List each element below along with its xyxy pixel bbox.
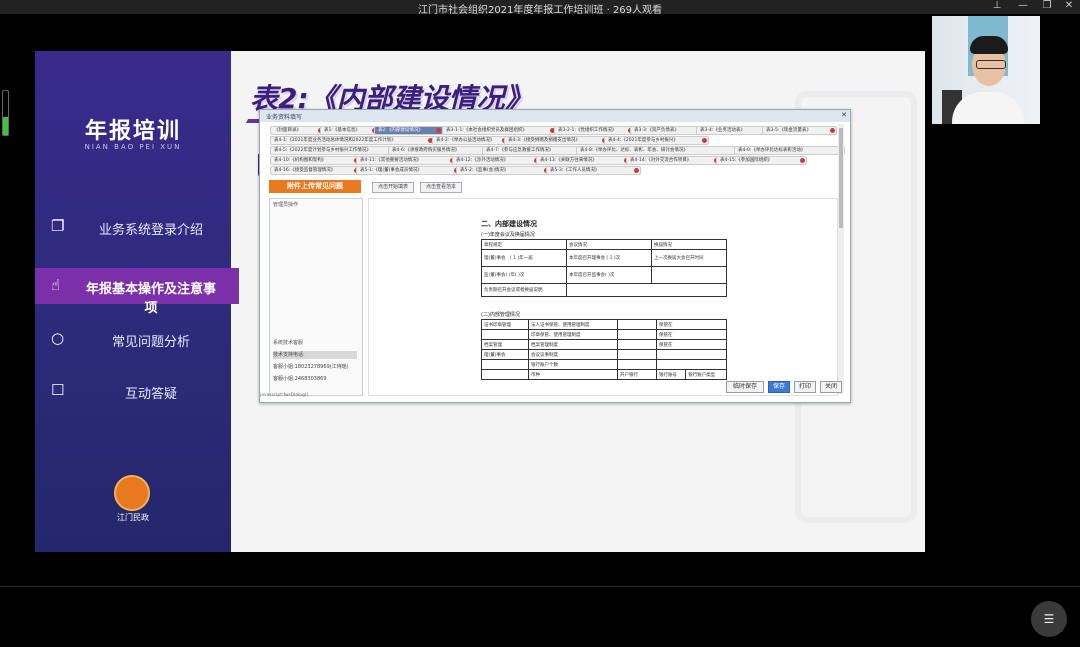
print-button[interactable]: 打印 — [794, 381, 816, 393]
tab-basic[interactable]: 表1:《基本信息》 — [320, 126, 379, 135]
pin-icon[interactable]: ⊥ — [986, 0, 1008, 14]
tab-4-16[interactable]: 表4-16:《接受监督管理情况》 — [270, 166, 361, 175]
volume-level — [3, 117, 8, 135]
tab-5-2[interactable]: 表5-2:《监事(会)情况》 — [456, 166, 551, 175]
menu-item-label: 业务系统登录介绍 — [81, 219, 221, 238]
brand-subtitle: NIAN BAO PEI XUN — [35, 143, 231, 151]
form-scrollbar[interactable] — [838, 124, 844, 394]
tab-4-9[interactable]: 表4-9:《举办评比达标表彰活动》 — [734, 146, 845, 155]
tab-4-5[interactable]: 表4-5:《2022年度计划参与乡村振兴工作情况》 — [270, 146, 395, 155]
form-section-2: (二)内部管理情况 — [481, 311, 520, 318]
table-row: 印章保管、使用管理制度 保管在 — [482, 330, 727, 340]
volume-meter — [2, 90, 9, 136]
close-icon[interactable]: ✕ — [840, 111, 848, 120]
table-row: 章程规定 会议情况 换届情况 — [482, 240, 727, 250]
restore-icon[interactable]: ❐ — [1036, 0, 1058, 14]
brand-title: 年报培训 — [35, 113, 231, 145]
close-button[interactable]: 关闭 — [820, 381, 842, 393]
hand-pointer-icon: ☝ — [51, 276, 69, 294]
status-bar: javascript:fwrDialog() — [260, 393, 460, 398]
menu-item-qa[interactable]: ☐ 互动答疑 — [35, 373, 231, 409]
support-contact: 客服小姐:18023278969(江侍瑶) — [273, 363, 357, 371]
tab-4-7[interactable]: 表4-7:《参与应急救援工作情况》 — [482, 146, 583, 155]
support-phone-label: 技术支持电话: — [273, 351, 357, 359]
tab-4-12[interactable]: 表4-12:《涉外活动情况》 — [452, 156, 541, 165]
window-titlebar: 江门市社会组织2021年度年报工作培训班 · 269人观看 ⊥ — ❐ ✕ — [0, 0, 1080, 14]
logo-text: 江门民政 — [35, 512, 231, 523]
support-contact: 客服小姐:2468303869 — [273, 375, 357, 383]
form-section-1: (一)年度会议及换届情况 — [481, 231, 535, 238]
form-window-title: 业务资料填写 — [266, 112, 302, 121]
left-panel-title: 管理员操作 — [273, 201, 298, 208]
meeting-table: 章程规定 会议情况 换届情况 理(董)事会 ( 1 )年一届 本年度召开理事会 … — [481, 239, 727, 297]
menu-item-label: 互动答疑 — [81, 383, 221, 402]
menu-item-faq[interactable]: ○ 常见问题分析 — [35, 321, 231, 357]
tab-4-6[interactable]: 表4-6:《承接政府购买服务情况》 — [388, 146, 489, 155]
menu-item-label: 常见问题分析 — [81, 331, 221, 350]
tab-4-14[interactable]: 表4-14:《对外交流合作项目》 — [626, 156, 721, 165]
management-table: 证书印章管理 法人证书保管、使用管理制度 保管在 印章保管、使用管理制度 保管在… — [481, 319, 727, 380]
tab-party[interactable]: 表3-1-1:《本社会组织党员及群团组织》 — [442, 126, 557, 135]
tab-4-3[interactable]: 表4-3:《接受捐赠及捐赠支出情况》 — [504, 136, 609, 145]
chat-icon: ☐ — [51, 381, 69, 399]
close-icon[interactable]: ✕ — [1058, 0, 1080, 14]
tab-4-4[interactable]: 表4-4:《2021年度参与乡村振兴》 — [604, 136, 709, 145]
left-panel-sys: 系统技术客服 — [273, 339, 303, 346]
save-button[interactable]: 保存 — [768, 381, 790, 393]
bottom-divider — [0, 586, 1080, 587]
tab-cashflow[interactable]: 表3-5:《现金流量表》 — [762, 126, 837, 135]
scrollbar-thumb[interactable] — [839, 128, 843, 228]
menu-item-label: 年报基本操作及注意事项 — [81, 278, 221, 316]
form-window-titlebar: 业务资料填写 ✕ — [260, 110, 850, 122]
form-content: 二、内部建设情况 (一)年度会议及换届情况 章程规定 会议情况 换届情况 理(董… — [368, 198, 838, 396]
table-row: 监(董)事会( )年( )次 本年度召开监事会( )次 — [482, 267, 727, 284]
minimize-icon[interactable]: — — [1012, 0, 1034, 14]
tab-4-10[interactable]: 表4-10:《机构图和架构》 — [270, 156, 361, 165]
tab-4-8[interactable]: 表4-8:《举办评比、达标、表彰、年会、研讨会情况》 — [576, 146, 741, 155]
table-row: 币种 开户银行 银行账号 银行账户类型 — [482, 370, 727, 380]
menu-item-login[interactable]: ❐ 业务系统登录介绍 — [35, 209, 231, 245]
tab-4-15[interactable]: 表4-15:《参加国际组织》 — [716, 156, 807, 165]
subtitles-icon[interactable]: ☰ — [1031, 601, 1067, 637]
copy-icon: ❐ — [51, 217, 69, 235]
form-tabs: 《封面目录》 表1:《基本信息》 表2:《内部建设情况》 表3-1-1:《本社会… — [264, 124, 842, 174]
table-row: 理(董)事会 ( 1 )年一届 本年度召开理事会 ( 1 )次 上一次换届大会召… — [482, 250, 727, 267]
window-title: 江门市社会组织2021年度年报工作培训班 · 269人观看 — [0, 1, 1080, 16]
upload-faq-button[interactable]: 附件上传常见问题 — [269, 180, 361, 193]
tab-internal[interactable]: 表2:《内部建设情况》 — [374, 126, 443, 135]
form-window: 业务资料填写 ✕ 《封面目录》 表1:《基本信息》 表2:《内部建设情况》 表3… — [259, 109, 851, 403]
left-panel: 管理员操作 系统技术客服 技术支持电话: 客服小姐:18023278969(江侍… — [269, 198, 363, 396]
tab-balance[interactable]: 表3-3:《资产负债表》 — [630, 126, 703, 135]
tab-4-1[interactable]: 表4-1:《2021年度业务活动总体情况和2022年度工作计划》 — [270, 136, 435, 145]
form-title: 二、内部建设情况 — [481, 219, 537, 229]
tab-cover[interactable]: 《封面目录》 — [270, 126, 325, 135]
menu-item-operations[interactable]: ☝ 年报基本操作及注意事项 — [35, 268, 239, 304]
search-icon: ○ — [51, 329, 69, 347]
tab-4-2[interactable]: 表4-2:《举办公益活动情况》 — [432, 136, 509, 145]
view-sample-button[interactable]: 点击查看范本 — [420, 182, 462, 193]
slide-sidebar: 年报培训 NIAN BAO PEI XUN ❐ 业务系统登录介绍 ☝ 年报基本操… — [35, 51, 231, 552]
table-row: 证书印章管理 法人证书保管、使用管理制度 保管在 — [482, 320, 727, 330]
temp-save-button[interactable]: 临时保存 — [726, 381, 764, 393]
start-fill-button[interactable]: 点击开始填表 — [372, 182, 414, 193]
table-row: 理(董)事会 会议议事制度 — [482, 350, 727, 360]
tab-4-13[interactable]: 表4-13:《关联方往来情况》 — [536, 156, 631, 165]
table-row: 负责期召开会议或者换届说明 — [482, 284, 727, 297]
tab-5-1[interactable]: 表5-1:《理(董)事会成员情况》 — [356, 166, 461, 175]
tab-activities[interactable]: 表3-4:《业务活动表》 — [696, 126, 769, 135]
tab-party-work[interactable]: 表3-2-1:《党组织工作情况》 — [554, 126, 635, 135]
tab-4-11[interactable]: 表4-11:《其他重要活动情况》 — [356, 156, 457, 165]
jiangmen-logo — [114, 475, 150, 511]
table-row: 档案管理 档案管理制度 保管在 — [482, 340, 727, 350]
tab-5-3[interactable]: 表5-3:《工作人员情况》 — [546, 166, 641, 175]
presenter-webcam — [932, 16, 1040, 124]
table-row: 银行账户个数 — [482, 360, 727, 370]
